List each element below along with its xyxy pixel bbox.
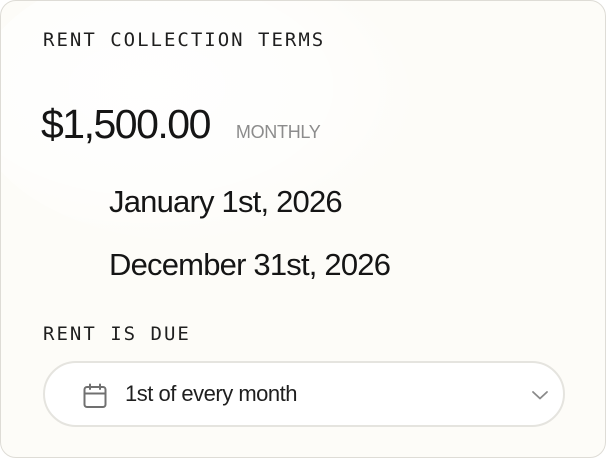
rent-collection-terms-card: RENT COLLECTION TERMS $1,500.00 MONTHLY … bbox=[0, 0, 606, 458]
rent-frequency: MONTHLY bbox=[235, 122, 321, 142]
calendar-icon bbox=[83, 383, 107, 408]
rent-amount-row: $1,500.00 MONTHLY bbox=[41, 101, 321, 148]
card-title: RENT COLLECTION TERMS bbox=[43, 29, 326, 51]
rent-due-select-value: 1st of every month bbox=[125, 381, 297, 406]
rent-due-select[interactable]: 1st of every month bbox=[43, 361, 565, 427]
lease-start-date: January 1st, 2026 bbox=[109, 184, 343, 219]
rent-due-label: RENT IS DUE bbox=[43, 323, 191, 345]
rent-amount: $1,500.00 bbox=[41, 101, 211, 147]
chevron-down-icon[interactable] bbox=[531, 389, 549, 401]
lease-end-date: December 31st, 2026 bbox=[109, 247, 391, 282]
